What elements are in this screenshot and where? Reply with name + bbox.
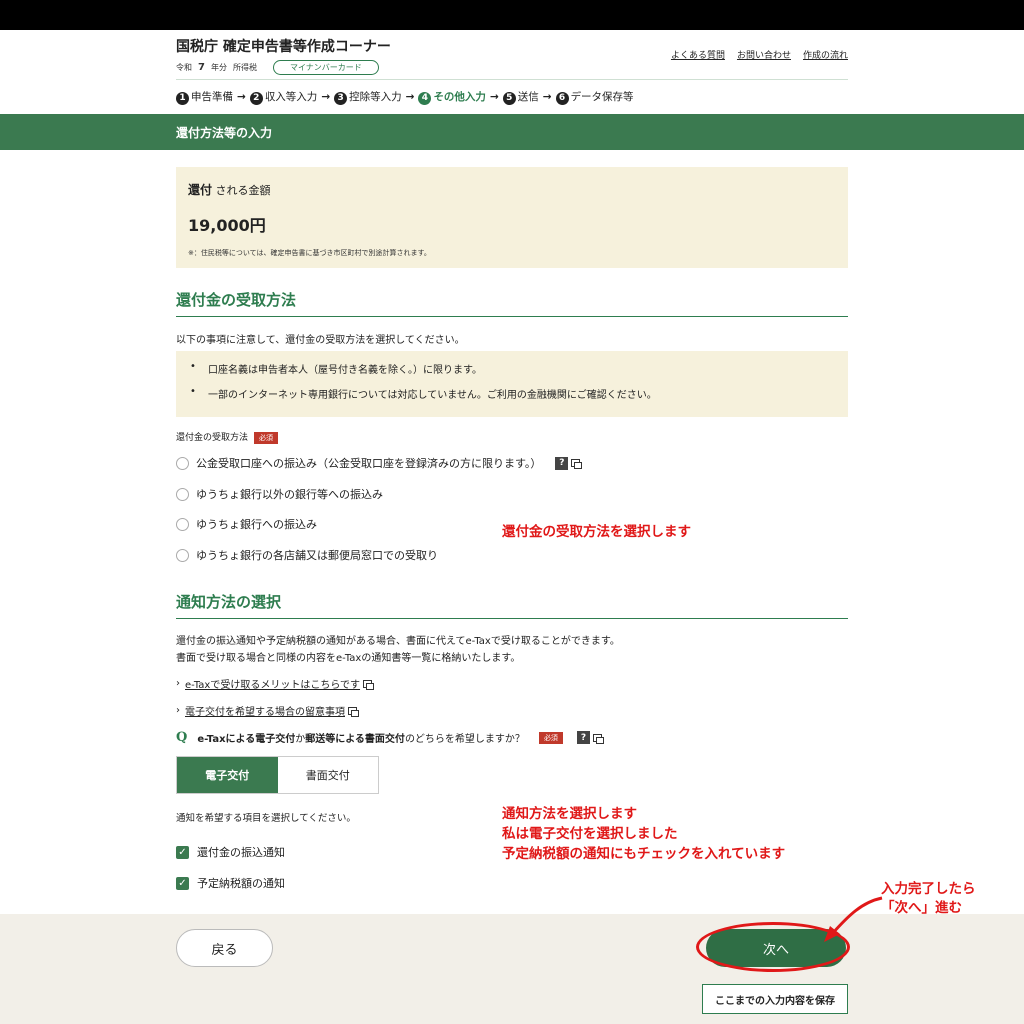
step-arrow: →: [321, 91, 331, 103]
step-3: 3 控除等入力: [334, 89, 402, 105]
annotation-arrow-icon: [824, 896, 883, 942]
progress-steps: 1 申告準備 → 2 収入等入力 → 3 控除等入力 → 4 その他入力 → 5 送信 →…: [176, 89, 848, 105]
site-title[interactable]: 国税庁 確定申告書等作成コーナー: [176, 36, 391, 56]
contact-link[interactable]: お問い合わせ: [737, 48, 791, 61]
page-title: 還付方法等の入力: [176, 126, 273, 140]
refund-amount: 19,000円: [188, 216, 266, 235]
refund-amount-box: 還付 される金額 19,000円 ※：住民税等については、確定申告書に基づき市区…: [176, 167, 848, 268]
radio-option-kokin[interactable]: 公金受取口座への振込み（公金受取口座を登録済みの方に限ります。） ?: [176, 454, 848, 472]
annotation-select-receipt: 還付金の受取方法を選択します: [502, 524, 691, 540]
page-title-banner: 還付方法等の入力: [0, 114, 1024, 150]
receipt-method-heading: 還付金の受取方法: [176, 289, 848, 317]
chevron-right-icon: ›: [176, 705, 180, 716]
step-arrow: →: [489, 91, 499, 103]
external-window-icon: [363, 679, 375, 690]
checkbox-checked[interactable]: ✓: [176, 876, 189, 890]
step-1: 1 申告準備: [176, 89, 233, 105]
radio-button[interactable]: [176, 487, 189, 501]
tax-type: 所得税: [232, 63, 257, 72]
help-icon[interactable]: ?: [576, 731, 590, 744]
required-badge: 必須: [538, 731, 563, 744]
required-badge: 必須: [254, 431, 279, 444]
flow-link[interactable]: 作成の流れ: [803, 48, 848, 61]
notify-method-heading: 通知方法の選択: [176, 591, 848, 619]
paper-delivery-button[interactable]: 書面交付: [277, 757, 378, 793]
step-6: 6 データ保存等: [555, 89, 634, 105]
save-progress-button[interactable]: ここまでの入力内容を保存: [702, 984, 848, 1014]
external-window-icon: [571, 459, 583, 469]
top-black-bar: [0, 0, 1024, 30]
checkbox-prepaid-tax-notice[interactable]: ✓ 予定納税額の通知: [176, 875, 848, 891]
etax-merit-link[interactable]: › e-Taxで受け取るメリットはこちらです: [176, 676, 848, 691]
step-arrow: →: [405, 91, 415, 103]
annotation-next-1: 入力完了したら: [881, 881, 976, 897]
radio-option-other-bank[interactable]: ゆうちょ銀行以外の銀行等への振込み: [176, 485, 848, 503]
step-2: 2 収入等入力: [249, 89, 317, 105]
receipt-notes-box: 口座名義は申告者本人（屋号付き名義を除く。）に限ります。 一部のインターネット専…: [176, 351, 848, 417]
delivery-toggle: 電子交付 書面交付: [176, 756, 379, 794]
refund-label: 還付 される金額: [188, 183, 271, 197]
annotation-notify-2: 私は電子交付を選択しました: [502, 826, 678, 842]
faq-link[interactable]: よくある質問: [671, 48, 725, 61]
annotation-notify-3: 予定納税額の通知にもチェックを入れています: [502, 846, 786, 862]
help-icon[interactable]: ?: [555, 456, 569, 470]
external-window-icon: [592, 733, 604, 744]
question-mark: Q: [176, 730, 188, 745]
auth-method-badge: マイナンバーカード: [272, 60, 379, 75]
receipt-note-item: 口座名義は申告者本人（屋号付き名義を除く。）に限ります。: [190, 361, 848, 376]
site-header: 国税庁 確定申告書等作成コーナー 令和 7 年分 所得税 マイナンバーカード よ…: [176, 34, 848, 80]
tax-year-meta: 令和 7 年分 所得税 マイナンバーカード: [176, 60, 379, 75]
back-button[interactable]: 戻る: [176, 929, 273, 967]
external-window-icon: [348, 706, 359, 717]
radio-button[interactable]: [176, 517, 189, 531]
etax-notes-link[interactable]: › 電子交付を希望する場合の留意事項: [176, 703, 848, 718]
receipt-field-label: 還付金の受取方法 必須: [176, 430, 848, 444]
electronic-delivery-button[interactable]: 電子交付: [177, 757, 278, 793]
chevron-right-icon: ›: [176, 678, 180, 689]
radio-option-yucho-counter[interactable]: ゆうちょ銀行の各店舗又は郵便局窓口での受取り: [176, 546, 848, 564]
step-arrow: →: [542, 91, 552, 103]
radio-button[interactable]: [176, 548, 189, 562]
step-5: 5 送信: [502, 89, 539, 105]
annotation-next-2: 「次へ」進む: [881, 900, 962, 916]
header-links: よくある質問 お問い合わせ 作成の流れ: [671, 48, 848, 61]
notify-desc-1: 還付金の振込通知や予定納税額の通知がある場合、書面に代えてe-Taxで受け取るこ…: [176, 636, 620, 647]
year-suffix: 年分: [210, 63, 227, 72]
receipt-intro: 以下の事項に注意して、還付金の受取方法を選択してください。: [176, 335, 465, 346]
year: 7: [198, 62, 205, 73]
delivery-question: Q e-Taxによる電子交付 か 郵送等による書面交付 のどちらを希望しますか？…: [176, 730, 848, 745]
notify-desc-2: 書面で受け取る場合と同様の内容をe-Taxの通知書等一覧に格納いたします。: [176, 653, 521, 664]
checkbox-checked[interactable]: ✓: [176, 845, 189, 859]
refund-note: ※：住民税等については、確定申告書に基づき市区町村で別途計算されます。: [188, 249, 431, 257]
step-4-active: 4 その他入力: [418, 89, 486, 105]
step-arrow: →: [237, 91, 246, 103]
radio-button[interactable]: [176, 456, 189, 470]
era: 令和: [176, 63, 192, 72]
receipt-note-item: 一部のインターネット専用銀行については対応していません。ご利用の金融機関にご確認…: [190, 386, 848, 401]
annotation-notify-1: 通知方法を選択します: [502, 806, 637, 822]
